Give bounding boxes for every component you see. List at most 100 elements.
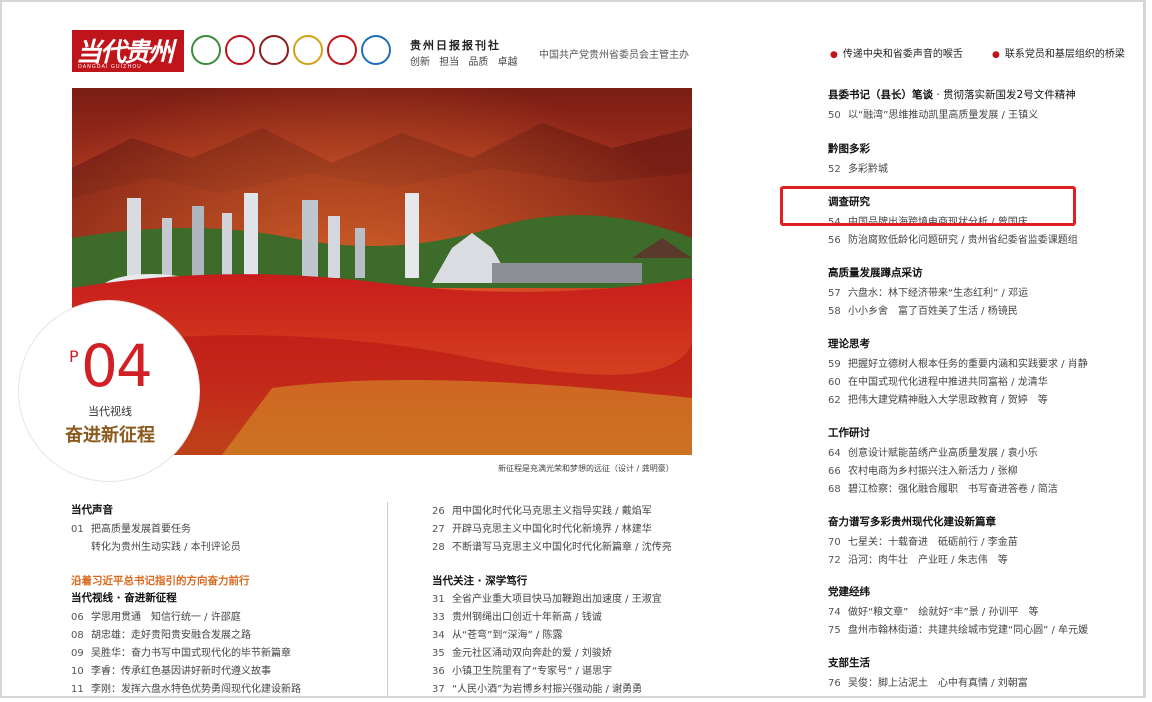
toc-item[interactable]: 50 以“融湾”思维推动凯里高质量发展 / 王镇义 bbox=[828, 106, 1038, 121]
section-title: 支部生活 bbox=[828, 657, 870, 669]
toc-item[interactable]: 68 碧江检察：强化融合履职 书写奋进答卷 / 简洁 bbox=[828, 480, 1058, 495]
page-num: 11 bbox=[71, 684, 84, 695]
page-num: 64 bbox=[828, 448, 841, 459]
toc-item[interactable]: 70 七星关：十载奋进 砥砺前行 / 李金苗 bbox=[828, 533, 1018, 548]
section-title-focus: 当代关注 · 深学笃行 bbox=[432, 575, 528, 587]
toc-item[interactable]: 59 把握好立德树人根本任务的重要内涵和实践要求 / 肖静 bbox=[828, 355, 1088, 370]
toc-item-text: 沿河：肉牛壮 产业旺 / 朱志伟 等 bbox=[848, 555, 1008, 566]
section-title-voice: 当代声音 bbox=[71, 504, 113, 516]
badge-6-icon bbox=[361, 35, 391, 65]
toc-item[interactable]: 74 做好“粮文章” 绘就好“丰”景 / 孙训平 等 bbox=[828, 603, 1038, 618]
toc-item[interactable]: 10 李睿：传承红色基因讲好新时代遵义故事 bbox=[71, 662, 271, 677]
toc-item-text: 小镇卫生院里有了“专家号” / 谌思宇 bbox=[452, 666, 613, 677]
toc-item-text: 在中国式现代化进程中推进共同富裕 / 龙清华 bbox=[848, 377, 1048, 388]
toc-item[interactable]: 57 六盘水：林下经济带来“生态红利” / 邓运 bbox=[828, 284, 1028, 299]
toc-item-text: 把握好立德树人根本任务的重要内涵和实践要求 / 肖静 bbox=[848, 359, 1088, 370]
toc-item[interactable]: 35 金元社区涌动双向奔赴的爱 / 刘骏娇 bbox=[432, 644, 612, 659]
toc-item[interactable]: 56 防治腐败低龄化问题研究 / 贵州省纪委省监委课题组 bbox=[828, 231, 1078, 246]
page-num: 74 bbox=[828, 607, 841, 618]
toc-item-text: 李刚：发挥六盘水特色优势勇闯现代化建设新路 bbox=[91, 684, 301, 695]
toc-item[interactable]: 34 从“苍弯”到“深海” / 陈露 bbox=[432, 626, 562, 641]
page-num: 37 bbox=[432, 684, 445, 695]
page-num: 36 bbox=[432, 666, 445, 677]
toc-item[interactable]: 76 吴俊：脚上沾泥土 心中有真情 / 刘朝富 bbox=[828, 674, 1028, 689]
slogan-2: ● 联系党员和基层组织的桥梁 bbox=[992, 49, 1125, 60]
toc-item-text: 把伟大建党精神融入大学思政教育 / 贺婷 等 bbox=[848, 395, 1048, 406]
feature-section-title: 奋进新征程 bbox=[65, 425, 155, 446]
toc-item-text: 吴俊：脚上沾泥土 心中有真情 / 刘朝富 bbox=[848, 678, 1028, 689]
page-num: 75 bbox=[828, 625, 841, 636]
magazine-logo: 当代贵州 DANGDAI GUIZHOU bbox=[72, 30, 184, 72]
section-title-vision: 当代视线 · 奋进新征程 bbox=[71, 592, 177, 604]
slogan-1: ● 传递中央和省委声音的喉舌 bbox=[830, 49, 963, 60]
page-num: 56 bbox=[828, 235, 841, 246]
section-title: 县委书记（县长）笔谈 · 贯彻落实新国发2号文件精神 bbox=[828, 89, 1076, 101]
toc-item[interactable]: 11 李刚：发挥六盘水特色优势勇闯现代化建设新路 bbox=[71, 680, 301, 695]
publisher-title: 贵州日报报刊社 bbox=[410, 39, 501, 52]
toc-item[interactable]: 75 盘州市翰林街道：共建共绘城市党建“同心圆” / 牟元媛 bbox=[828, 621, 1088, 636]
toc-item-text: 胡忠雄：走好贵阳贵安融合发展之路 bbox=[91, 630, 251, 641]
toc-item[interactable]: 转化为贵州生动实践 / 本刊评论员 bbox=[71, 538, 241, 553]
hero-caption: 新征程是充满光荣和梦想的远征（设计 / 龚明豪） bbox=[498, 464, 674, 473]
page-num: 66 bbox=[828, 466, 841, 477]
bullet-icon: ● bbox=[830, 50, 838, 60]
toc-item[interactable]: 26 用中国化时代化马克思主义指导实践 / 戴焰军 bbox=[432, 502, 652, 517]
toc-item-text: 防治腐败低龄化问题研究 / 贵州省纪委省监委课题组 bbox=[848, 235, 1078, 246]
toc-item[interactable]: 09 吴胜华：奋力书写中国式现代化的毕节新篇章 bbox=[71, 644, 291, 659]
page-num: 33 bbox=[432, 612, 445, 623]
toc-item-text: 六盘水：林下经济带来“生态红利” / 邓运 bbox=[848, 288, 1029, 299]
toc-item[interactable]: 33 贵州钢绳出口创近十年新高 / 钱诚 bbox=[432, 608, 602, 623]
toc-item[interactable]: 08 胡忠雄：走好贵阳贵安融合发展之路 bbox=[71, 626, 251, 641]
toc-item[interactable]: 58 小小乡舍 富了百姓美了生活 / 杨镜民 bbox=[828, 302, 1018, 317]
toc-item-text: 碧江检察：强化融合履职 书写奋进答卷 / 简洁 bbox=[848, 484, 1058, 495]
page-num: 76 bbox=[828, 678, 841, 689]
badge-2-icon bbox=[225, 35, 255, 65]
toc-item[interactable]: 27 开辟马克思主义中国化时代化新境界 / 林建华 bbox=[432, 520, 652, 535]
toc-item[interactable]: 31 全省产业重大项目快马加鞭跑出加速度 / 王淑宜 bbox=[432, 590, 662, 605]
toc-item[interactable]: 37 “人民小酒”为岩博乡村振兴强动能 / 谢勇勇 bbox=[432, 680, 642, 695]
badge-3-icon bbox=[259, 35, 289, 65]
section-title: 奋力谱写多彩贵州现代化建设新篇章 bbox=[828, 516, 996, 528]
page-num: 31 bbox=[432, 594, 445, 605]
feature-banner: 沿着习近平总书记指引的方向奋力前行 bbox=[71, 575, 250, 587]
toc-item[interactable]: 64 创意设计赋能苗绣产业高质量发展 / 袁小乐 bbox=[828, 444, 1038, 459]
toc-item-text: 不断谱写马克思主义中国化时代化新篇章 / 沈传亮 bbox=[452, 542, 672, 553]
toc-item[interactable]: 72 沿河：肉牛壮 产业旺 / 朱志伟 等 bbox=[828, 551, 1008, 566]
toc-item[interactable]: 60 在中国式现代化进程中推进共同富裕 / 龙清华 bbox=[828, 373, 1048, 388]
page-prefix: P bbox=[69, 347, 79, 366]
toc-item[interactable]: 36 小镇卫生院里有了“专家号” / 谌思宇 bbox=[432, 662, 612, 677]
toc-item[interactable]: 06 学思用贯通 知信行统一 / 许邵庭 bbox=[71, 608, 241, 623]
toc-item[interactable]: 01 把高质量发展首要任务 bbox=[71, 520, 191, 535]
toc-item[interactable]: 62 把伟大建党精神融入大学思政教育 / 贺婷 等 bbox=[828, 391, 1048, 406]
toc-item-text: 全省产业重大项目快马加鞭跑出加速度 / 王淑宜 bbox=[452, 594, 662, 605]
feature-page-badge[interactable]: P 04 当代视线 奋进新征程 bbox=[18, 300, 200, 482]
toc-item-text: 多彩黔城 bbox=[848, 164, 888, 175]
section-title: 理论思考 bbox=[828, 338, 870, 350]
page-num: 50 bbox=[828, 110, 841, 121]
toc-item-text: 学思用贯通 知信行统一 / 许邵庭 bbox=[91, 612, 241, 623]
badge-5-icon bbox=[327, 35, 357, 65]
toc-item[interactable]: 52 多彩黔城 bbox=[828, 160, 888, 175]
toc-item-text: 开辟马克思主义中国化时代化新境界 / 林建华 bbox=[452, 524, 652, 535]
page-num: 57 bbox=[828, 288, 841, 299]
toc-item-text: 吴胜华：奋力书写中国式现代化的毕节新篇章 bbox=[91, 648, 291, 659]
section-title: 高质量发展蹲点采访 bbox=[828, 267, 923, 279]
toc-item[interactable]: 28 不断谱写马克思主义中国化时代化新篇章 / 沈传亮 bbox=[432, 538, 672, 553]
toc-item-text: 盘州市翰林街道：共建共绘城市党建“同心圆” / 牟元媛 bbox=[848, 625, 1089, 636]
highlight-box bbox=[780, 186, 1076, 226]
toc-item-text: 小小乡舍 富了百姓美了生活 / 杨镜民 bbox=[848, 306, 1018, 317]
toc-item-text: 以“融湾”思维推动凯里高质量发展 / 王镇义 bbox=[848, 110, 1039, 121]
page-num: 06 bbox=[71, 612, 84, 623]
page-num: 68 bbox=[828, 484, 841, 495]
section-title: 党建经纬 bbox=[828, 586, 870, 598]
toc-item-text: “人民小酒”为岩博乡村振兴强动能 / 谢勇勇 bbox=[452, 684, 643, 695]
page-num: 58 bbox=[828, 306, 841, 317]
magazine-contents-page: 当代贵州 DANGDAI GUIZHOU 贵州日报报刊社 创新 担当 品质 卓越… bbox=[0, 0, 1146, 698]
toc-item-text: 做好“粮文章” 绘就好“丰”景 / 孙训平 等 bbox=[848, 607, 1039, 618]
toc-item[interactable]: 66 农村电商为乡村振兴注入新活力 / 张柳 bbox=[828, 462, 1018, 477]
feature-section-label: 当代视线 bbox=[88, 405, 132, 418]
page-num: 52 bbox=[828, 164, 841, 175]
page-num: 60 bbox=[828, 377, 841, 388]
page-number: 04 bbox=[81, 332, 153, 400]
toc-item-text: 从“苍弯”到“深海” / 陈露 bbox=[452, 630, 563, 641]
